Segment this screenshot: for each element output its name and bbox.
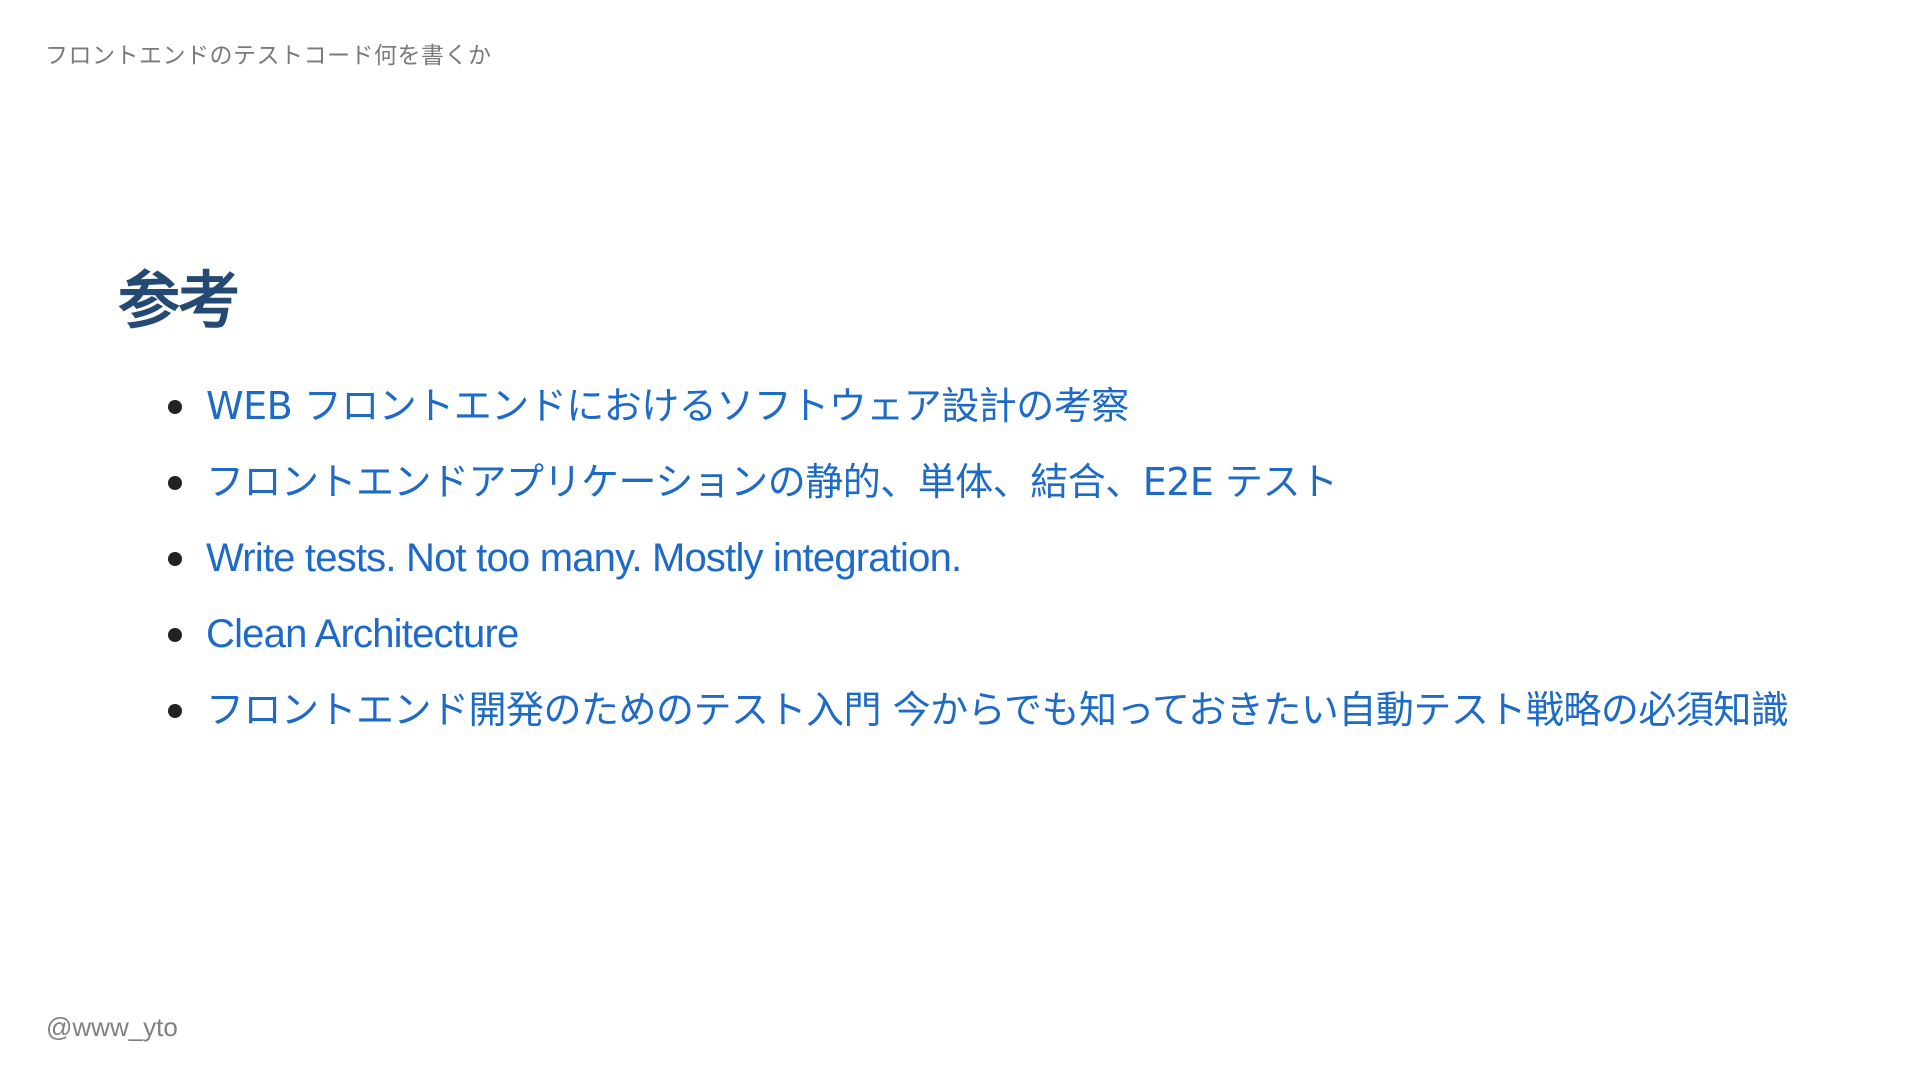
reference-item: フロントエンドアプリケーションの静的、単体、結合、E2E テスト bbox=[168, 450, 1808, 514]
reference-item: WEB フロントエンドにおけるソフトウェア設計の考察 bbox=[168, 374, 1808, 438]
bullet-icon bbox=[168, 628, 182, 642]
slide-footer-author: @www_yto bbox=[46, 1012, 178, 1042]
slide-title: 参考 bbox=[118, 264, 240, 337]
reference-item: Write tests. Not too many. Mostly integr… bbox=[168, 526, 1808, 590]
reference-item: Clean Architecture bbox=[168, 602, 1808, 666]
reference-list: WEB フロントエンドにおけるソフトウェア設計の考察 フロントエンドアプリケーシ… bbox=[118, 374, 1808, 742]
reference-link-write-tests[interactable]: Write tests. Not too many. Mostly integr… bbox=[206, 536, 962, 580]
reference-link-frontend-testing-types[interactable]: フロントエンドアプリケーションの静的、単体、結合、E2E テスト bbox=[206, 460, 1338, 504]
slide-header: フロントエンドのテストコード何を書くか bbox=[45, 43, 492, 69]
bullet-icon bbox=[168, 476, 182, 490]
slide-content: 参考 WEB フロントエンドにおけるソフトウェア設計の考察 フロントエンドアプリ… bbox=[118, 260, 1808, 754]
reference-link-clean-architecture[interactable]: Clean Architecture bbox=[206, 612, 519, 656]
bullet-icon bbox=[168, 704, 182, 718]
bullet-icon bbox=[168, 400, 182, 414]
reference-item: フロントエンド開発のためのテスト入門 今からでも知っておきたい自動テスト戦略の必… bbox=[168, 678, 1808, 742]
bullet-icon bbox=[168, 552, 182, 566]
reference-link-frontend-test-intro[interactable]: フロントエンド開発のためのテスト入門 今からでも知っておきたい自動テスト戦略の必… bbox=[206, 688, 1789, 732]
reference-link-web-frontend-design[interactable]: WEB フロントエンドにおけるソフトウェア設計の考察 bbox=[206, 384, 1129, 428]
